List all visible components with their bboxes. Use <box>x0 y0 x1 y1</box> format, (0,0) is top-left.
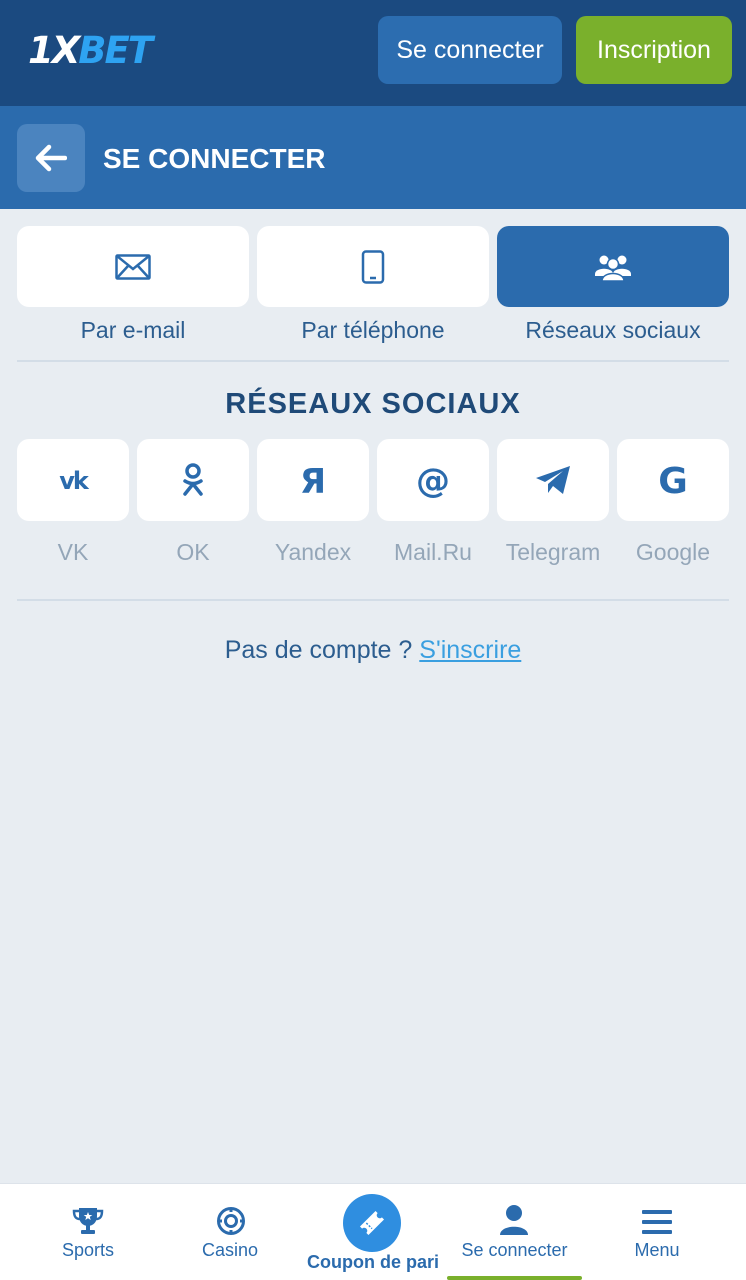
register-button[interactable]: Inscription <box>576 16 732 84</box>
coupon-button[interactable] <box>343 1194 401 1252</box>
tab-email-label[interactable]: Par e-mail <box>17 314 249 346</box>
tab-email[interactable] <box>17 226 249 307</box>
phone-icon <box>361 249 385 284</box>
nav-login-label: Se connecter <box>461 1240 568 1260</box>
ok-icon <box>183 463 203 496</box>
ticket-icon <box>359 1210 385 1236</box>
vk-icon: vk <box>59 467 92 493</box>
signup-question: Pas de compte ? <box>224 636 413 664</box>
user-icon <box>500 1205 528 1235</box>
yandex-icon: Я <box>300 463 326 497</box>
nav-coupon-label: Coupon de pari <box>307 1252 439 1272</box>
svg-text:@: @ <box>416 461 450 499</box>
svg-text:Я: Я <box>300 463 326 497</box>
nav-menu[interactable]: Menu <box>597 1184 717 1280</box>
social-telegram-button[interactable] <box>497 439 609 521</box>
telegram-icon <box>536 466 570 494</box>
trophy-icon <box>72 1208 104 1234</box>
casino-chip-icon <box>217 1207 245 1235</box>
hamburger-icon <box>642 1210 672 1234</box>
back-button[interactable] <box>17 124 85 192</box>
tab-social[interactable] <box>497 226 729 307</box>
svg-text:G: G <box>658 462 688 498</box>
social-mailru-label: Mail.Ru <box>394 539 472 565</box>
social-ok-button[interactable] <box>137 439 249 521</box>
social-vk-label: VK <box>57 539 89 565</box>
nav-casino[interactable]: Casino <box>170 1184 290 1280</box>
signup-prompt: Pas de compte ? S'inscrire <box>0 632 746 668</box>
svg-text:vk: vk <box>59 467 90 493</box>
divider <box>17 599 729 601</box>
envelope-icon <box>115 253 151 280</box>
social-mailru-button[interactable]: @ <box>377 439 489 521</box>
social-google-label: Google <box>635 539 711 565</box>
google-icon: G <box>658 462 688 498</box>
arrow-left-icon <box>35 144 67 172</box>
at-icon: @ <box>416 461 450 499</box>
nav-login[interactable]: Se connecter <box>447 1184 582 1280</box>
login-button[interactable]: Se connecter <box>378 16 562 84</box>
nav-sports-label: Sports <box>61 1240 115 1260</box>
tab-phone[interactable] <box>257 226 489 307</box>
nav-sports[interactable]: Sports <box>28 1184 148 1280</box>
page-title: SE CONNECTER <box>103 143 326 174</box>
social-google-button[interactable]: G <box>617 439 729 521</box>
signup-link[interactable]: S'inscrire <box>419 636 521 664</box>
social-telegram-label: Telegram <box>505 539 601 565</box>
social-yandex-label: Yandex <box>274 539 352 565</box>
top-header: 1XBET Se connecter Inscription <box>0 0 746 106</box>
section-title: RÉSEAUX SOCIAUX <box>225 388 521 420</box>
active-tab-indicator <box>447 1276 582 1280</box>
title-bar: SE CONNECTER <box>0 106 746 209</box>
social-vk-button[interactable]: vk <box>17 439 129 521</box>
social-ok-label: OK <box>176 539 210 565</box>
nav-casino-label: Casino <box>201 1240 259 1260</box>
divider <box>17 360 729 362</box>
social-yandex-button[interactable]: Я <box>257 439 369 521</box>
brand-logo[interactable]: 1XBET <box>28 29 168 73</box>
nav-menu-label: Menu <box>634 1240 680 1260</box>
tab-phone-label[interactable]: Par téléphone <box>257 314 489 346</box>
users-icon <box>595 255 631 282</box>
tab-social-label[interactable]: Réseaux sociaux <box>497 314 729 346</box>
